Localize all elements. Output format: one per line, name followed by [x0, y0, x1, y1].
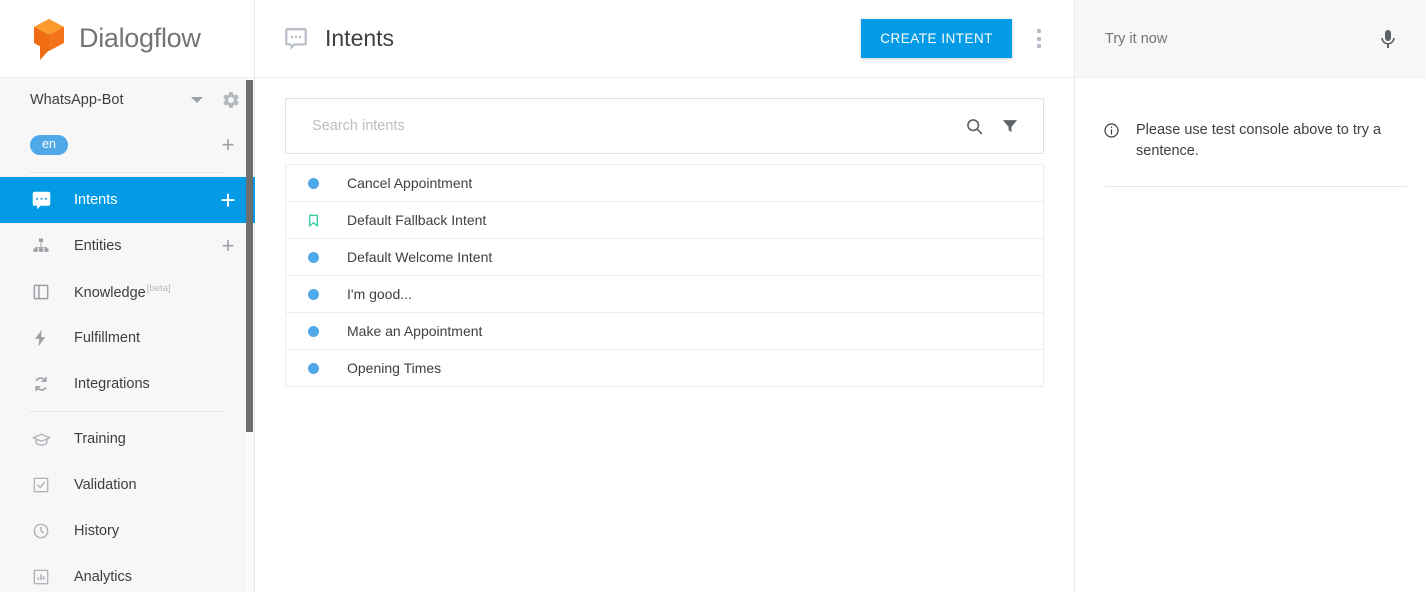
intent-name: Make an Appointment: [347, 323, 483, 339]
sidebar-item-history[interactable]: History: [0, 508, 255, 554]
sidebar-item-label: Intents: [74, 192, 118, 208]
intent-name: Default Fallback Intent: [347, 212, 487, 228]
sidebar: Dialogflow WhatsApp-Bot en + Intents + E…: [0, 0, 255, 592]
intent-dot-icon: [305, 175, 321, 191]
sidebar-scrollbar-thumb[interactable]: [246, 80, 253, 432]
hint-divider: [1105, 186, 1407, 187]
kebab-dot: [1037, 44, 1041, 48]
microphone-icon[interactable]: [1375, 26, 1401, 52]
sidebar-item-fulfillment[interactable]: Fulfillment: [0, 315, 255, 361]
table-row[interactable]: Make an Appointment: [286, 313, 1043, 350]
entities-hierarchy-icon: [30, 235, 52, 257]
language-chip-en[interactable]: en: [30, 135, 68, 155]
sidebar-item-label: Validation: [74, 477, 137, 493]
fulfillment-bolt-icon: [30, 327, 52, 349]
intent-name: Cancel Appointment: [347, 175, 473, 191]
more-vert-icon[interactable]: [1024, 29, 1054, 48]
sidebar-item-analytics[interactable]: Analytics: [0, 554, 255, 592]
info-circle-icon: [1103, 122, 1120, 139]
create-intent-button[interactable]: CREATE INTENT: [861, 19, 1012, 58]
sidebar-item-intents[interactable]: Intents +: [0, 177, 255, 223]
intents-chat-icon: [283, 26, 309, 52]
project-selector[interactable]: WhatsApp-Bot: [0, 78, 255, 122]
test-console-hint: Please use test console above to try a s…: [1075, 78, 1425, 162]
search-bar: [285, 98, 1044, 154]
knowledge-book-icon: [30, 281, 52, 303]
intent-dot-icon: [305, 360, 321, 376]
table-row[interactable]: Default Fallback Intent: [286, 202, 1043, 239]
beta-badge: [beta]: [146, 283, 171, 295]
brand-logo[interactable]: Dialogflow: [0, 0, 254, 78]
main-panel: Intents CREATE INTENT Search intents Can…: [255, 0, 1075, 592]
intent-dot-icon: [305, 323, 321, 339]
chevron-down-icon[interactable]: [191, 97, 203, 103]
knowledge-label-text: Knowledge: [74, 284, 146, 301]
sidebar-item-label: Fulfillment: [74, 330, 141, 346]
dialogflow-console: Dialogflow WhatsApp-Bot en + Intents + E…: [0, 0, 1426, 592]
sidebar-item-entities[interactable]: Entities +: [0, 223, 255, 269]
sidebar-item-label: Entities: [74, 238, 122, 254]
sidebar-item-label: Knowledge[beta]: [74, 283, 171, 301]
add-intent-button[interactable]: +: [217, 187, 239, 213]
sidebar-item-label: Training: [74, 431, 126, 447]
table-row[interactable]: Cancel Appointment: [286, 165, 1043, 202]
search-input[interactable]: [312, 118, 953, 134]
intent-dot-icon: [305, 286, 321, 302]
test-console-panel: Please use test console above to try a s…: [1075, 0, 1425, 592]
integrations-refresh-icon: [30, 373, 52, 395]
table-row[interactable]: Opening Times: [286, 350, 1043, 387]
language-row: en +: [0, 122, 255, 168]
sidebar-item-validation[interactable]: Validation: [0, 462, 255, 508]
sidebar-item-integrations[interactable]: Integrations: [0, 361, 255, 407]
project-name: WhatsApp-Bot: [30, 92, 124, 108]
sidebar-nav: WhatsApp-Bot en + Intents + Entities + K…: [0, 78, 255, 592]
sidebar-item-label: History: [74, 523, 120, 539]
main-header: Intents CREATE INTENT: [255, 0, 1074, 78]
intents-list: Cancel Appointment Default Fallback Inte…: [285, 164, 1044, 387]
hint-text: Please use test console above to try a s…: [1136, 122, 1382, 159]
intent-dot-icon: [305, 249, 321, 265]
intent-name: I'm good...: [347, 286, 412, 302]
add-entity-button[interactable]: +: [217, 235, 239, 257]
analytics-bar-chart-icon: [30, 566, 52, 588]
search-icon[interactable]: [959, 111, 989, 141]
intent-name: Opening Times: [347, 360, 442, 376]
validation-checkbox-icon: [30, 474, 52, 496]
sidebar-item-label: Integrations: [74, 376, 150, 392]
filter-icon[interactable]: [995, 111, 1025, 141]
dialogflow-cube-logo-icon: [30, 17, 68, 61]
add-language-button[interactable]: +: [217, 134, 239, 156]
kebab-dot: [1037, 29, 1041, 33]
sidebar-divider-middle: [30, 411, 225, 412]
try-it-now-bar: [1075, 0, 1425, 78]
table-row[interactable]: Default Welcome Intent: [286, 239, 1043, 276]
content-area: Cancel Appointment Default Fallback Inte…: [255, 78, 1074, 387]
sidebar-divider-top: [30, 172, 225, 173]
intent-bookmark-icon: [305, 212, 321, 228]
page-title: Intents: [325, 25, 395, 51]
history-clock-icon: [30, 520, 52, 542]
sidebar-item-knowledge[interactable]: Knowledge[beta]: [0, 269, 255, 315]
sidebar-item-label: Analytics: [74, 569, 133, 585]
brand-name: Dialogflow: [79, 23, 201, 53]
intent-name: Default Welcome Intent: [347, 249, 493, 265]
kebab-dot: [1037, 36, 1041, 41]
intents-chat-icon: [30, 189, 52, 211]
try-it-now-input[interactable]: [1105, 30, 1375, 47]
gear-icon[interactable]: [221, 90, 241, 110]
training-graduation-cap-icon: [30, 428, 52, 450]
sidebar-item-training[interactable]: Training: [0, 416, 255, 462]
table-row[interactable]: I'm good...: [286, 276, 1043, 313]
